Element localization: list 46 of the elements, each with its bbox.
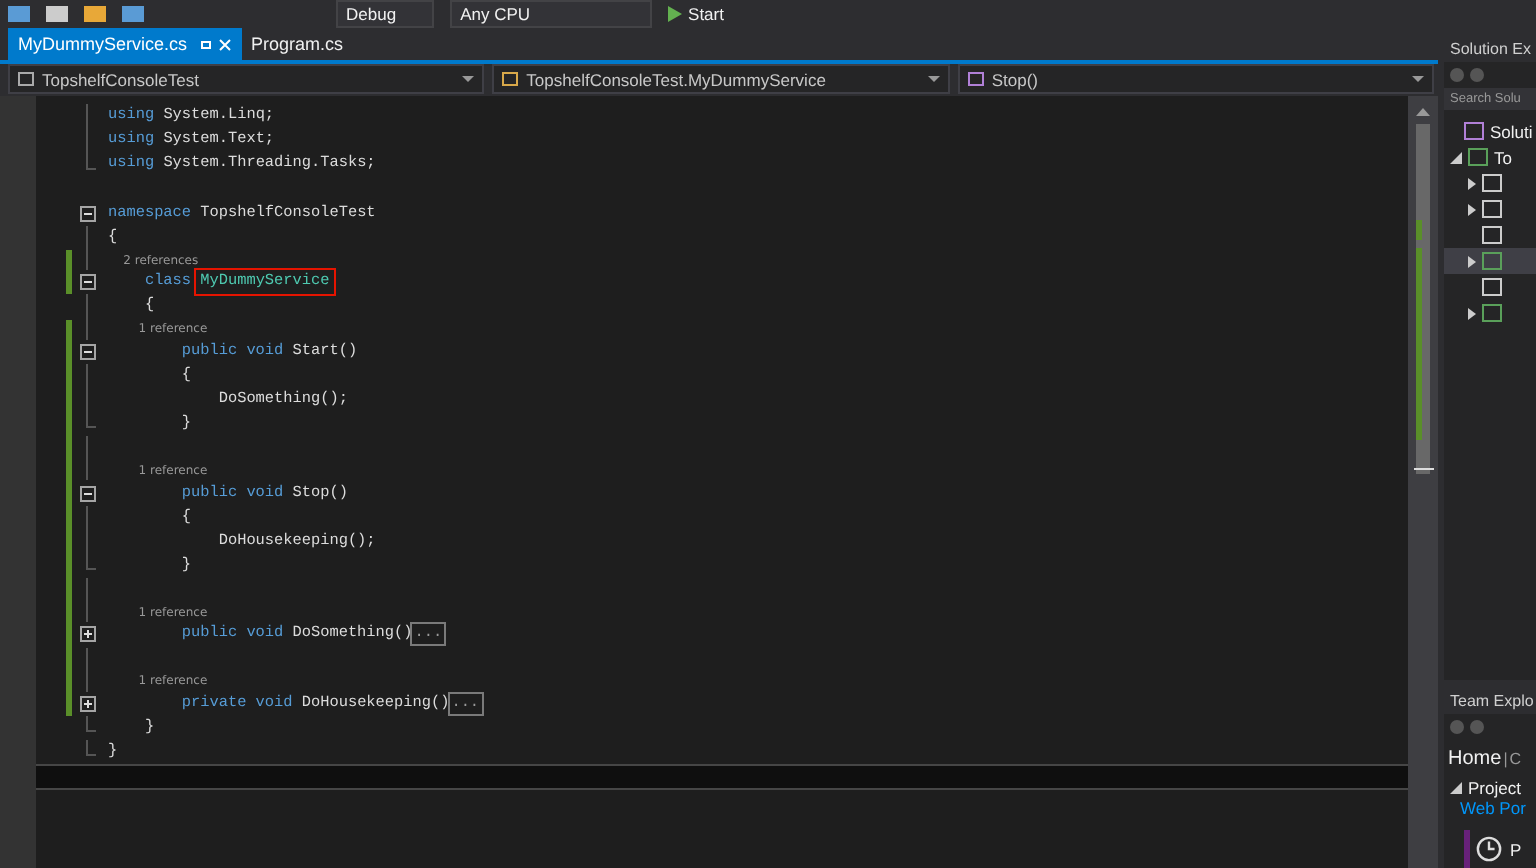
tree-item[interactable]: To: [1444, 144, 1536, 170]
web-portal-link[interactable]: Web Por: [1444, 798, 1536, 818]
outline-end-line: [86, 740, 96, 757]
panel-title: Solution Ex: [1444, 28, 1536, 62]
separator-text: |: [1503, 750, 1508, 768]
navigation-dropdown[interactable]: TopshelfConsoleTest.MyDummyService: [492, 64, 950, 94]
expand-toggle-icon[interactable]: [79, 695, 95, 712]
page-subtitle: C: [1509, 750, 1522, 768]
configuration-dropdown[interactable]: Debug: [336, 0, 435, 27]
navigation-dropdown[interactable]: Stop(): [957, 64, 1434, 94]
platform-dropdown[interactable]: Any CPU: [450, 0, 653, 27]
outline-end-line: [86, 554, 96, 571]
collapse-toggle-icon[interactable]: [79, 343, 95, 360]
collapse-toggle-icon[interactable]: [79, 274, 95, 291]
code-element-icon: [502, 72, 519, 86]
toolbar-icon[interactable]: [122, 5, 144, 21]
start-button[interactable]: Start: [668, 1, 724, 25]
outline-end-line: [86, 412, 96, 429]
expander-icon[interactable]: [1468, 255, 1476, 267]
code-element-icon: [18, 72, 34, 86]
toolbar-icon[interactable]: [8, 5, 30, 21]
section-heading[interactable]: Project: [1468, 778, 1521, 798]
document-tab[interactable]: MyDummyService.cs: [8, 28, 242, 60]
tree-item[interactable]: Soluti: [1444, 118, 1536, 144]
outline-end-line: [86, 152, 96, 170]
code-element-icon: [967, 72, 984, 86]
expand-toggle-icon[interactable]: [79, 626, 95, 643]
clock-icon: [1476, 836, 1502, 862]
navigation-dropdown[interactable]: TopshelfConsoleTest: [8, 64, 485, 94]
expander-icon[interactable]: [1468, 177, 1476, 189]
expander-icon[interactable]: [1468, 203, 1476, 215]
panel-title: Team Explo: [1444, 680, 1536, 714]
expander-icon[interactable]: [1450, 151, 1462, 163]
toolbar-icon[interactable]: [46, 5, 68, 21]
page-title: Home: [1448, 748, 1502, 770]
expander-icon[interactable]: [1468, 307, 1476, 319]
document-tab[interactable]: Program.cs: [241, 28, 354, 60]
vertical-scrollbar[interactable]: [1408, 96, 1438, 868]
collapse-toggle-icon[interactable]: [79, 205, 95, 222]
outline-end-line: [86, 715, 96, 733]
scroll-up-icon[interactable]: [1416, 108, 1430, 116]
toolbar-icon[interactable]: [84, 5, 106, 21]
play-icon: [668, 5, 683, 21]
team-explorer-item[interactable]: P: [1464, 830, 1536, 868]
pin-and-close-icon[interactable]: [199, 37, 232, 51]
collapse-toggle-icon[interactable]: [79, 485, 95, 502]
